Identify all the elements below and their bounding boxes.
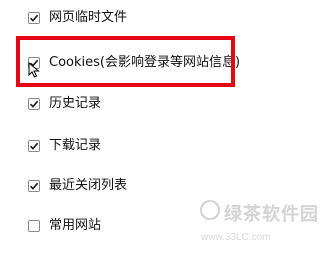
checkmark-icon — [29, 100, 39, 108]
checkbox-recently-closed[interactable] — [28, 180, 40, 192]
checkbox-frequent-sites[interactable] — [28, 220, 40, 232]
option-label: 最近关闭列表 — [49, 178, 128, 193]
option-recently-closed[interactable]: 最近关闭列表 — [28, 176, 127, 196]
watermark-url: www.33LC.com — [201, 232, 271, 243]
option-downloads[interactable]: 下载记录 — [28, 136, 101, 156]
option-label: 下载记录 — [49, 138, 102, 153]
checkbox-temp-files[interactable] — [28, 12, 40, 24]
checkmark-icon — [29, 14, 39, 22]
checkbox-downloads[interactable] — [28, 140, 40, 152]
option-history[interactable]: 历史记录 — [28, 94, 101, 114]
watermark-logo-icon — [200, 200, 220, 220]
checkbox-history[interactable] — [28, 98, 40, 110]
option-label: 常用网站 — [49, 218, 102, 233]
option-temp-files[interactable]: 网页临时文件 — [28, 8, 127, 28]
option-label: 历史记录 — [49, 96, 102, 111]
option-label: 网页临时文件 — [49, 10, 128, 25]
mouse-cursor-icon — [28, 62, 40, 78]
checkmark-icon — [29, 142, 39, 150]
option-frequent-sites[interactable]: 常用网站 — [28, 216, 101, 236]
checkmark-icon — [29, 182, 39, 190]
watermark-title: 绿茶软件园 — [224, 204, 319, 225]
highlight-box — [16, 36, 235, 87]
